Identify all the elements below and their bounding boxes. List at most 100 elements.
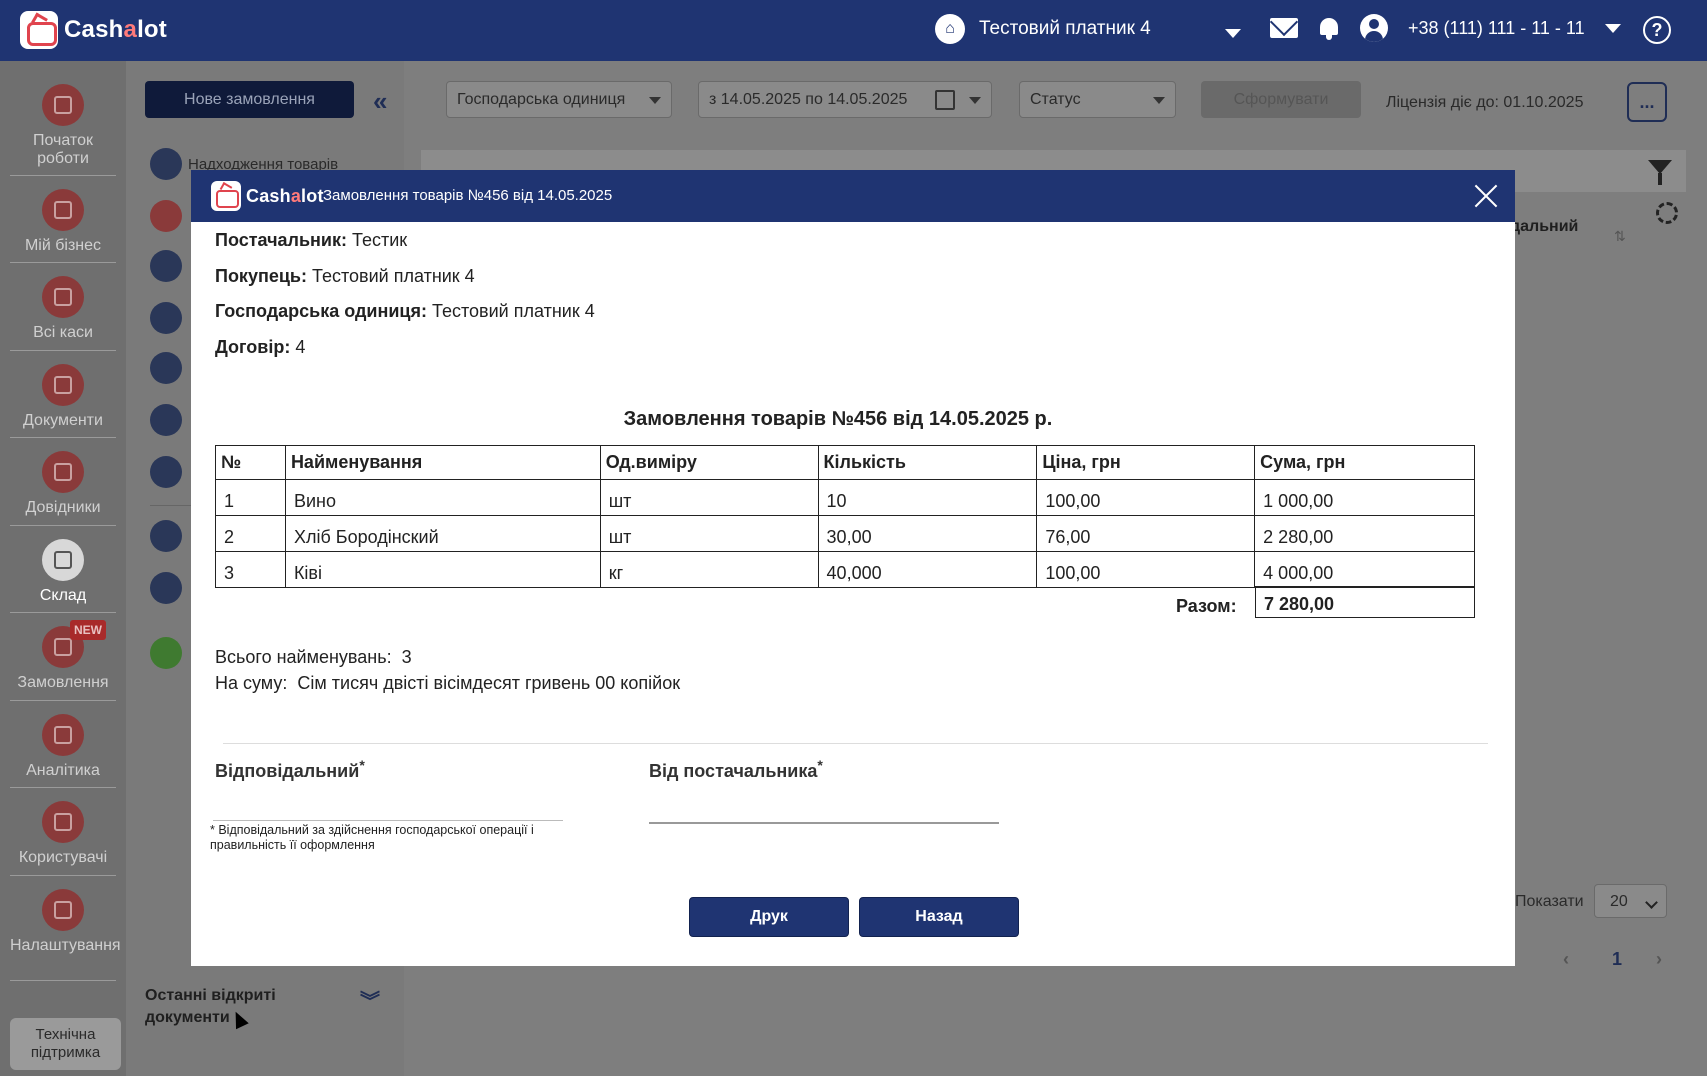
document-icon [150, 250, 182, 282]
sum-in-words: На суму: Сім тисяч двісті вісімдесят гри… [215, 673, 681, 693]
divider [10, 262, 116, 263]
from-supplier-label: Від постачальника* [649, 757, 823, 781]
page-size-label: Показати [1515, 893, 1584, 910]
print-button[interactable]: Друк [689, 897, 849, 937]
nav-references[interactable]: Довідники [10, 451, 116, 517]
col-number: № [215, 445, 286, 480]
nav-orders[interactable]: Замовлення NEW [10, 620, 116, 692]
sub-item-3[interactable] [150, 250, 182, 282]
generate-button[interactable]: Сформувати [1201, 81, 1361, 118]
new-order-button[interactable]: Нове замовлення [145, 81, 354, 118]
cell: 3 [215, 551, 286, 588]
cell: 30,00 [817, 515, 1038, 552]
col-quantity: Кількість [817, 445, 1038, 480]
table-row: 3 Ківі кг 40,000 100,00 4 000,00 [215, 551, 1475, 588]
items-table: № Найменування Од.виміру Кількість Ціна,… [215, 445, 1475, 588]
responsible-label: Відповідальний* [215, 757, 365, 781]
unit-line: Господарська одиниця: Тестовий платник 4 [215, 301, 595, 321]
home-icon [42, 189, 84, 231]
supplier-line: Постачальник: Тестик [215, 230, 408, 250]
calendar-icon[interactable] [935, 90, 955, 110]
divider [10, 875, 116, 876]
inventory-icon [150, 404, 182, 436]
nav-users[interactable]: Користувачі [10, 801, 116, 867]
footnote: * Відповідальний за здійснення господарс… [210, 823, 534, 852]
chevron-down-icon [969, 97, 981, 104]
divider [10, 700, 116, 701]
sub-item-8[interactable] [150, 520, 182, 552]
cell: 1 [215, 479, 286, 516]
home-icon: ⌂ [935, 14, 965, 44]
sub-item-5[interactable] [150, 352, 182, 384]
nav-start[interactable]: Початок роботи [10, 84, 116, 168]
sub-item-7[interactable] [150, 456, 182, 488]
page-size-select[interactable]: 20 [1594, 884, 1667, 918]
chevron-down-icon[interactable] [1225, 29, 1241, 38]
analytics-icon [42, 714, 84, 756]
cell: Хліб Бородінский [284, 515, 601, 552]
users-icon [42, 801, 84, 843]
mail-icon[interactable] [1270, 18, 1298, 38]
col-price: Ціна, грн [1036, 445, 1256, 480]
divider [10, 787, 116, 788]
col-unit: Од.виміру [599, 445, 819, 480]
sub-item-2[interactable] [150, 200, 182, 232]
sub-item-9[interactable] [150, 572, 182, 604]
chevron-down-icon[interactable] [1604, 23, 1621, 33]
logo-icon [211, 181, 241, 211]
sub-item-4[interactable] [150, 302, 182, 334]
cell: 100,00 [1036, 479, 1256, 516]
nav-warehouse[interactable]: Склад [10, 539, 116, 605]
more-options-button[interactable]: ... [1627, 82, 1667, 122]
cell: Вино [284, 479, 601, 516]
pager-prev-icon[interactable]: ‹ [1563, 949, 1569, 970]
signature-line [213, 820, 563, 821]
nav-analytics[interactable]: Аналітика [10, 714, 116, 780]
filter-icon[interactable] [1648, 160, 1672, 185]
help-icon[interactable]: ? [1643, 16, 1671, 44]
divider [10, 980, 116, 981]
user-icon[interactable] [1360, 14, 1388, 42]
status-filter[interactable]: Статус [1019, 81, 1176, 118]
cell: 4 000,00 [1254, 551, 1475, 588]
sort-icon[interactable]: ⇅ [1614, 228, 1626, 245]
new-badge: NEW [70, 620, 106, 640]
pager-next-icon[interactable]: › [1656, 949, 1662, 970]
nav-settings[interactable]: Налаштування [10, 889, 121, 955]
chevron-double-down-icon[interactable]: ︾ [360, 985, 380, 1014]
cashalot-logo[interactable]: Cashalot [20, 11, 167, 49]
user-phone[interactable]: +38 (111) 111 - 11 - 11 [1408, 18, 1585, 39]
sub-item-6[interactable] [150, 404, 182, 436]
company-selector[interactable]: ⌂ Тестовий платник 4 [935, 14, 1151, 44]
pager-page[interactable]: 1 [1612, 949, 1622, 970]
nav-my-business[interactable]: Мій бізнес [10, 189, 116, 255]
cell: 100,00 [1036, 551, 1256, 588]
column-header[interactable]: дальний [1510, 218, 1578, 236]
unit-filter[interactable]: Господарська одиниця [446, 81, 672, 118]
bell-icon[interactable] [1318, 16, 1340, 40]
settings-icon [42, 889, 84, 931]
order-modal: Cashalot Замовлення товарів №456 від 14.… [191, 170, 1515, 966]
sub-item-10[interactable] [150, 637, 182, 669]
nav-documents[interactable]: Документи [10, 364, 116, 430]
col-sum: Сума, грн [1254, 445, 1475, 480]
nav-all-registers[interactable]: Всі каси [10, 276, 116, 342]
cash-register-icon [42, 276, 84, 318]
gear-icon[interactable] [1656, 202, 1678, 224]
back-button[interactable]: Назад [859, 897, 1019, 937]
cell: 1 000,00 [1254, 479, 1475, 516]
chevron-down-icon [649, 97, 661, 104]
cell: 2 280,00 [1254, 515, 1475, 552]
cell: 10 [817, 479, 1038, 516]
date-range-filter[interactable]: з 14.05.2025 по 14.05.2025 [698, 81, 992, 118]
collapse-sidebar-icon[interactable]: « [373, 86, 387, 117]
divider [223, 743, 1488, 744]
start-icon [42, 84, 84, 126]
cart-icon [150, 572, 182, 604]
support-button[interactable]: Технічна підтримка [10, 1018, 121, 1070]
cell: 2 [215, 515, 286, 552]
boxes-icon [150, 302, 182, 334]
license-info: Ліцензія діє до: 01.10.2025 [1386, 94, 1584, 111]
close-icon[interactable] [1473, 183, 1499, 209]
warehouse-icon [42, 539, 84, 581]
